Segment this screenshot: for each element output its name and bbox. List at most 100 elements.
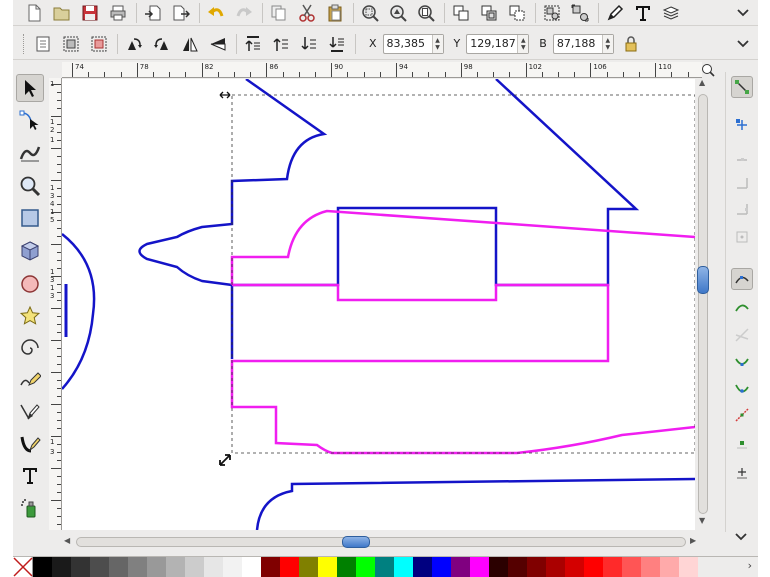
- vertical-scrollbar[interactable]: ▲ ▼: [696, 78, 710, 530]
- palette-scroll-arrow[interactable]: ›: [748, 559, 752, 572]
- color-swatch[interactable]: [489, 557, 508, 577]
- vertical-scroll-thumb[interactable]: [697, 266, 709, 294]
- snap-center-button[interactable]: [731, 432, 753, 454]
- color-swatch[interactable]: [565, 557, 584, 577]
- snap-bbox-edge-button[interactable]: [731, 144, 753, 166]
- scale-handle-bottom-left[interactable]: [219, 454, 231, 466]
- select-all-layers-button[interactable]: [60, 33, 82, 55]
- zoom-drawing-button[interactable]: [387, 2, 409, 24]
- snap-nodes-button[interactable]: [731, 268, 753, 290]
- rotate-cw-button[interactable]: [151, 33, 173, 55]
- blue-rect-shape[interactable]: [232, 79, 640, 287]
- selector-tool[interactable]: [16, 74, 44, 102]
- toolbar-overflow-button[interactable]: [736, 6, 750, 20]
- ellipse-tool[interactable]: [16, 270, 44, 298]
- lower-to-bottom-button[interactable]: [326, 33, 348, 55]
- snap-bbox-corner-button[interactable]: [731, 172, 753, 194]
- snap-bbox-midpoint-button[interactable]: [731, 198, 753, 220]
- color-swatch[interactable]: [413, 557, 432, 577]
- print-button[interactable]: [107, 2, 129, 24]
- vertical-ruler[interactable]: 112113415131313: [49, 78, 62, 530]
- color-swatch[interactable]: [337, 557, 356, 577]
- horizontal-ruler[interactable]: 74 78 82 86 90 94 98 102 106 110: [62, 62, 702, 78]
- controls-overflow-button[interactable]: [736, 37, 750, 51]
- magenta-rect-shape[interactable]: [230, 283, 695, 455]
- snap-bbox-center-button[interactable]: [731, 226, 753, 248]
- select-all-button[interactable]: [32, 33, 54, 55]
- snap-bbox-button[interactable]: [731, 114, 753, 136]
- color-swatch[interactable]: [375, 557, 394, 577]
- color-swatch[interactable]: [546, 557, 565, 577]
- node-tool[interactable]: [16, 106, 44, 134]
- snap-intersection-button[interactable]: [731, 324, 753, 346]
- color-swatch[interactable]: [204, 557, 223, 577]
- rectangle-tool[interactable]: [16, 204, 44, 232]
- color-swatch[interactable]: [679, 557, 698, 577]
- zoom-corner-button[interactable]: [701, 63, 715, 77]
- pen-tool[interactable]: [16, 398, 44, 426]
- snap-path-button[interactable]: [731, 296, 753, 318]
- color-swatch[interactable]: [109, 557, 128, 577]
- color-swatch[interactable]: [280, 557, 299, 577]
- flip-horizontal-button[interactable]: [179, 33, 201, 55]
- scroll-down-arrow[interactable]: ▼: [699, 516, 705, 525]
- y-input[interactable]: [467, 34, 518, 53]
- toolbar-grip[interactable]: [23, 33, 26, 54]
- scale-handle-top-left[interactable]: [219, 91, 231, 99]
- spiral-tool[interactable]: [16, 334, 44, 362]
- scroll-left-arrow[interactable]: ◀: [64, 536, 70, 545]
- no-paint-swatch[interactable]: [13, 557, 33, 577]
- color-swatch[interactable]: [451, 557, 470, 577]
- color-swatch[interactable]: [71, 557, 90, 577]
- redo-button[interactable]: [233, 2, 255, 24]
- text-tool[interactable]: [16, 462, 44, 490]
- paste-button[interactable]: [324, 2, 346, 24]
- width-input[interactable]: [553, 34, 602, 53]
- rotate-ccw-button[interactable]: [123, 33, 145, 55]
- deselect-button[interactable]: [88, 33, 110, 55]
- color-swatch[interactable]: [527, 557, 546, 577]
- drawing-canvas[interactable]: [62, 79, 695, 530]
- snap-overflow-button[interactable]: [734, 530, 748, 544]
- x-input[interactable]: [383, 34, 432, 53]
- zoom-page-button[interactable]: [415, 2, 437, 24]
- open-button[interactable]: [51, 2, 73, 24]
- color-swatch[interactable]: [470, 557, 489, 577]
- color-swatch[interactable]: [128, 557, 147, 577]
- color-swatch[interactable]: [432, 557, 451, 577]
- width-stepper[interactable]: ▲ ▼: [601, 34, 613, 53]
- color-swatch[interactable]: [356, 557, 375, 577]
- 3d-box-tool[interactable]: [16, 237, 44, 265]
- color-swatch[interactable]: [641, 557, 660, 577]
- undo-button[interactable]: [205, 2, 227, 24]
- snap-toggle-button[interactable]: [731, 76, 753, 98]
- blue-bottom-curve[interactable]: [255, 477, 695, 530]
- clone-button[interactable]: [478, 2, 500, 24]
- import-button[interactable]: [142, 2, 164, 24]
- zoom-selection-button[interactable]: [359, 2, 381, 24]
- new-document-button[interactable]: [23, 2, 45, 24]
- group-button[interactable]: [541, 2, 563, 24]
- magenta-outline-shape[interactable]: [230, 209, 695, 285]
- duplicate-button[interactable]: [450, 2, 472, 24]
- color-swatch[interactable]: [185, 557, 204, 577]
- tweak-tool[interactable]: [16, 138, 44, 166]
- scroll-up-arrow[interactable]: ▲: [699, 78, 705, 87]
- star-tool[interactable]: [16, 302, 44, 330]
- snap-cusp-button[interactable]: [731, 352, 753, 374]
- copy-button[interactable]: [268, 2, 290, 24]
- layers-button[interactable]: [660, 2, 682, 24]
- unlink-clone-button[interactable]: [506, 2, 528, 24]
- text-font-button[interactable]: [632, 2, 654, 24]
- color-swatch[interactable]: [261, 557, 280, 577]
- snap-rotation-center-button[interactable]: [731, 462, 753, 484]
- lock-proportions-button[interactable]: [620, 33, 642, 55]
- calligraphy-tool[interactable]: [16, 430, 44, 458]
- color-swatch[interactable]: [660, 557, 679, 577]
- drawing-svg[interactable]: [62, 79, 695, 530]
- color-swatch[interactable]: [508, 557, 527, 577]
- scroll-right-arrow[interactable]: ▶: [690, 536, 696, 545]
- color-swatch[interactable]: [223, 557, 242, 577]
- color-swatch[interactable]: [90, 557, 109, 577]
- color-swatch[interactable]: [52, 557, 71, 577]
